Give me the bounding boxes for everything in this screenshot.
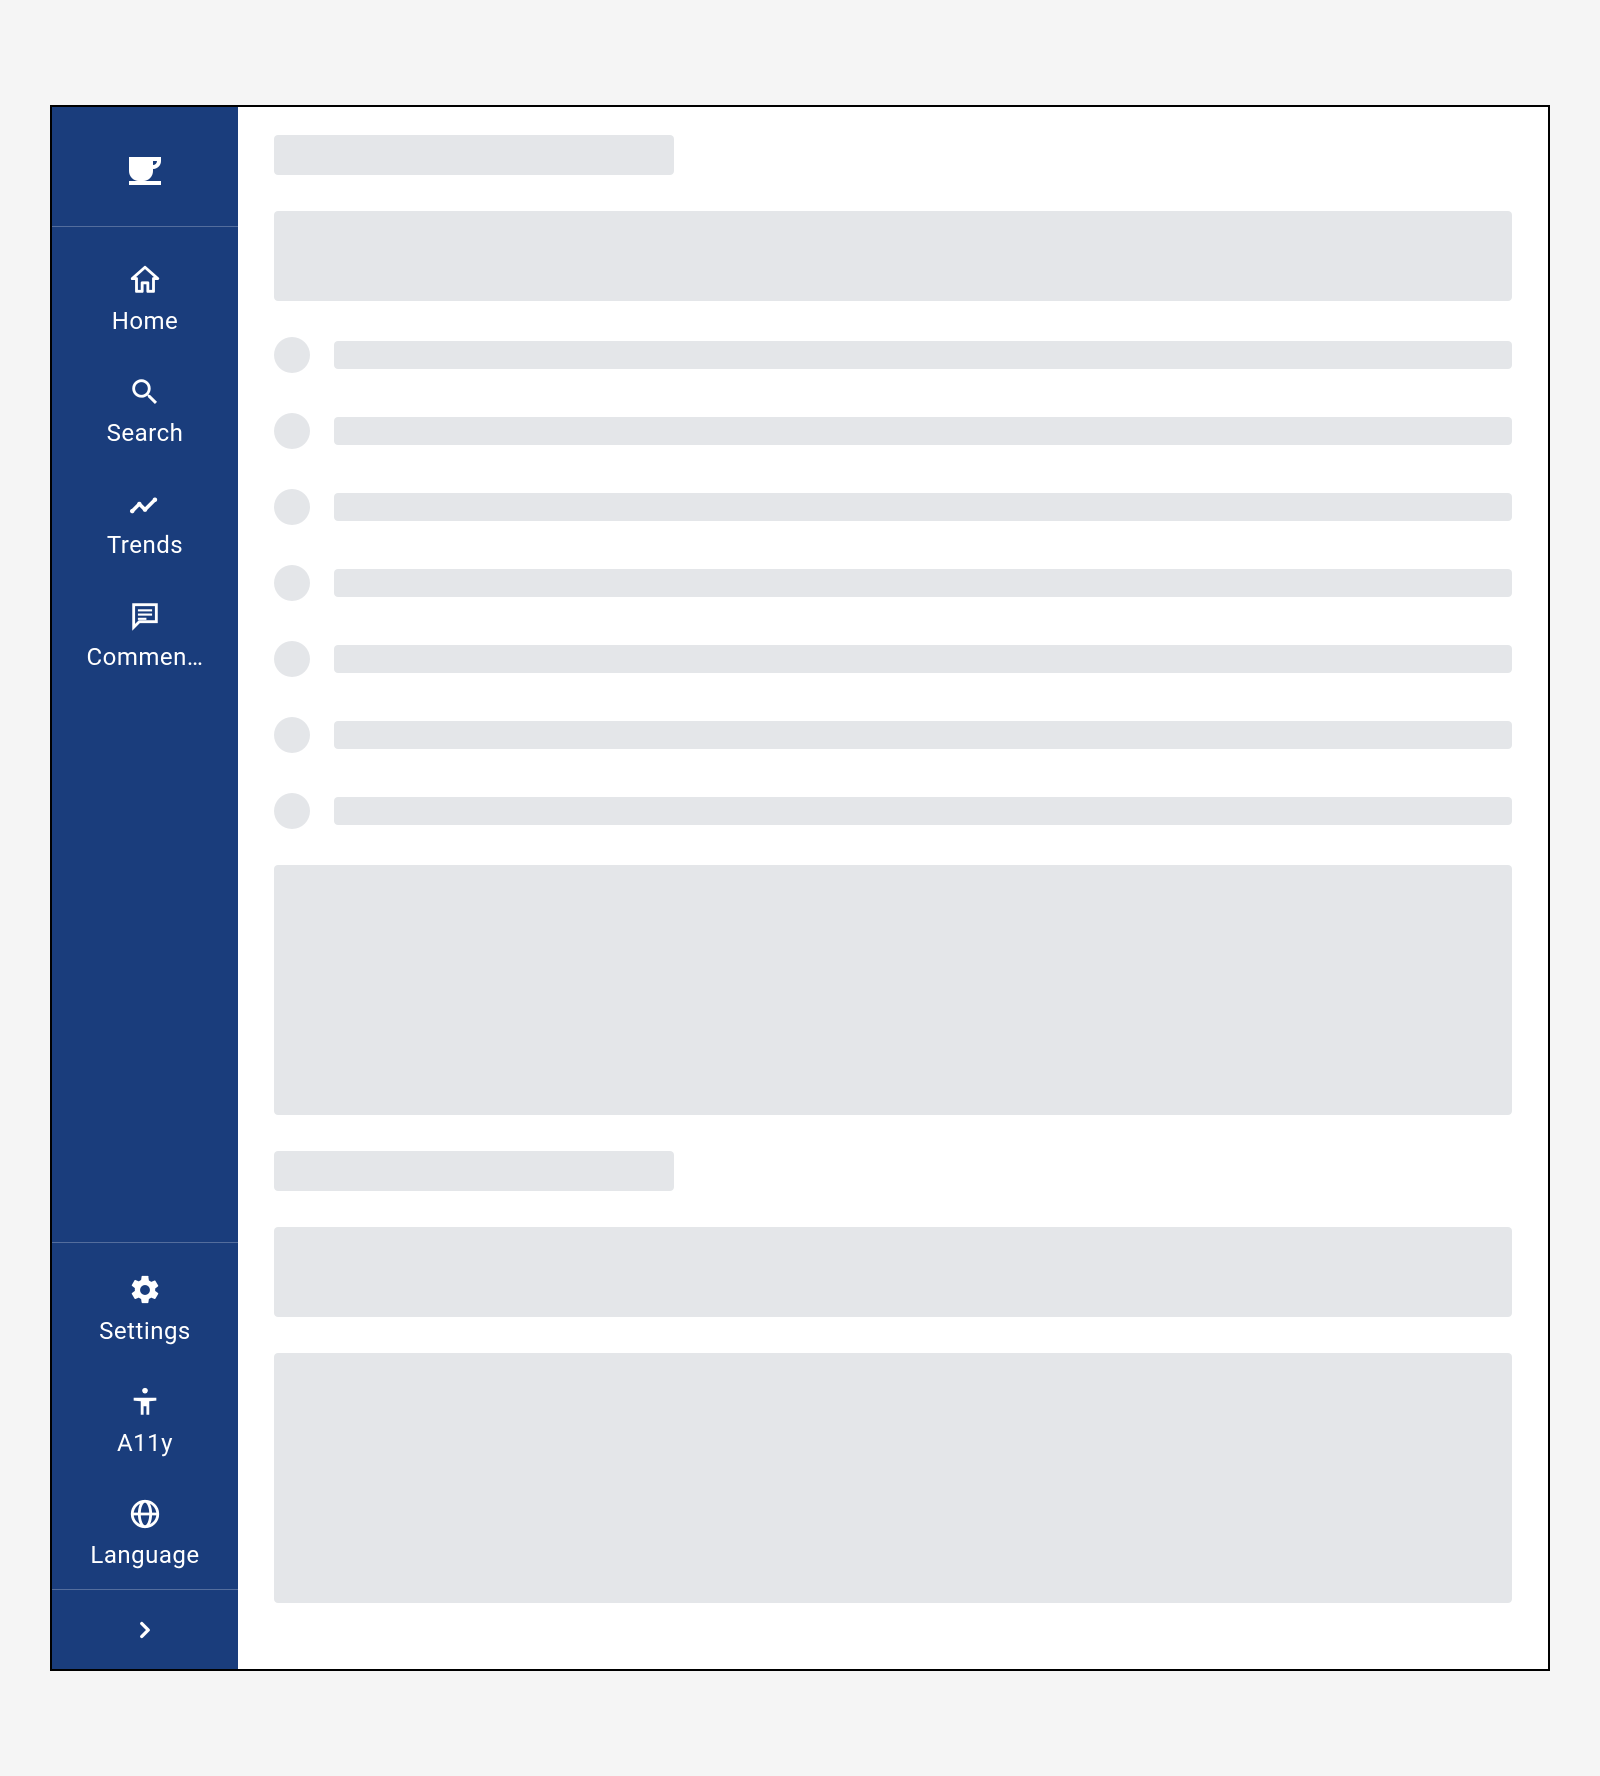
skeleton-avatar: [274, 489, 310, 525]
skeleton-heading: [274, 1151, 674, 1191]
skeleton-block: [274, 1353, 1512, 1603]
skeleton-list-item: [274, 337, 1512, 373]
skeleton-line: [334, 341, 1512, 369]
skeleton-line: [334, 417, 1512, 445]
home-icon: [128, 263, 162, 297]
skeleton-avatar: [274, 793, 310, 829]
main-content: [238, 107, 1548, 1669]
language-icon: [128, 1497, 162, 1531]
skeleton-line: [334, 797, 1512, 825]
settings-icon: [128, 1273, 162, 1307]
sidebar-item-language[interactable]: Language: [52, 1477, 238, 1589]
skeleton-block: [274, 865, 1512, 1115]
sidebar-item-label: Commen…: [87, 643, 204, 671]
skeleton-list-item: [274, 641, 1512, 677]
skeleton-avatar: [274, 413, 310, 449]
skeleton-line: [334, 721, 1512, 749]
sidebar-item-label: A11y: [117, 1429, 173, 1457]
sidebar-item-search[interactable]: Search: [52, 355, 238, 467]
comments-icon: [128, 599, 162, 633]
coffee-icon: [121, 143, 169, 191]
skeleton-avatar: [274, 565, 310, 601]
sidebar-item-home[interactable]: Home: [52, 243, 238, 355]
skeleton-list-item: [274, 565, 1512, 601]
sidebar-item-label: Language: [90, 1541, 199, 1569]
skeleton-line: [334, 569, 1512, 597]
sidebar-nav-primary: Home Search Trends Commen…: [52, 227, 238, 1242]
skeleton-list-item: [274, 489, 1512, 525]
sidebar-item-trends[interactable]: Trends: [52, 467, 238, 579]
skeleton-list-item: [274, 717, 1512, 753]
skeleton-avatar: [274, 641, 310, 677]
sidebar-item-a11y[interactable]: A11y: [52, 1365, 238, 1477]
skeleton-avatar: [274, 717, 310, 753]
skeleton-block: [274, 1227, 1512, 1317]
skeleton-block: [274, 211, 1512, 301]
app-frame: Home Search Trends Commen… Settings: [50, 105, 1550, 1671]
sidebar: Home Search Trends Commen… Settings: [52, 107, 238, 1669]
sidebar-nav-footer: Settings A11y Language: [52, 1242, 238, 1589]
sidebar-item-label: Home: [112, 307, 179, 335]
sidebar-item-label: Search: [107, 419, 184, 447]
sidebar-item-comments[interactable]: Commen…: [52, 579, 238, 691]
accessibility-icon: [128, 1385, 162, 1419]
skeleton-list-item: [274, 793, 1512, 829]
skeleton-avatar: [274, 337, 310, 373]
search-icon: [128, 375, 162, 409]
sidebar-item-label: Trends: [107, 531, 183, 559]
skeleton-list: [274, 337, 1512, 829]
skeleton-list-item: [274, 413, 1512, 449]
skeleton-line: [334, 645, 1512, 673]
skeleton-heading: [274, 135, 674, 175]
sidebar-item-label: Settings: [99, 1317, 191, 1345]
trends-icon: [128, 487, 162, 521]
sidebar-item-settings[interactable]: Settings: [52, 1253, 238, 1365]
chevron-right-icon: [132, 1617, 158, 1643]
skeleton-line: [334, 493, 1512, 521]
app-logo[interactable]: [52, 107, 238, 227]
sidebar-expand-button[interactable]: [52, 1589, 238, 1669]
